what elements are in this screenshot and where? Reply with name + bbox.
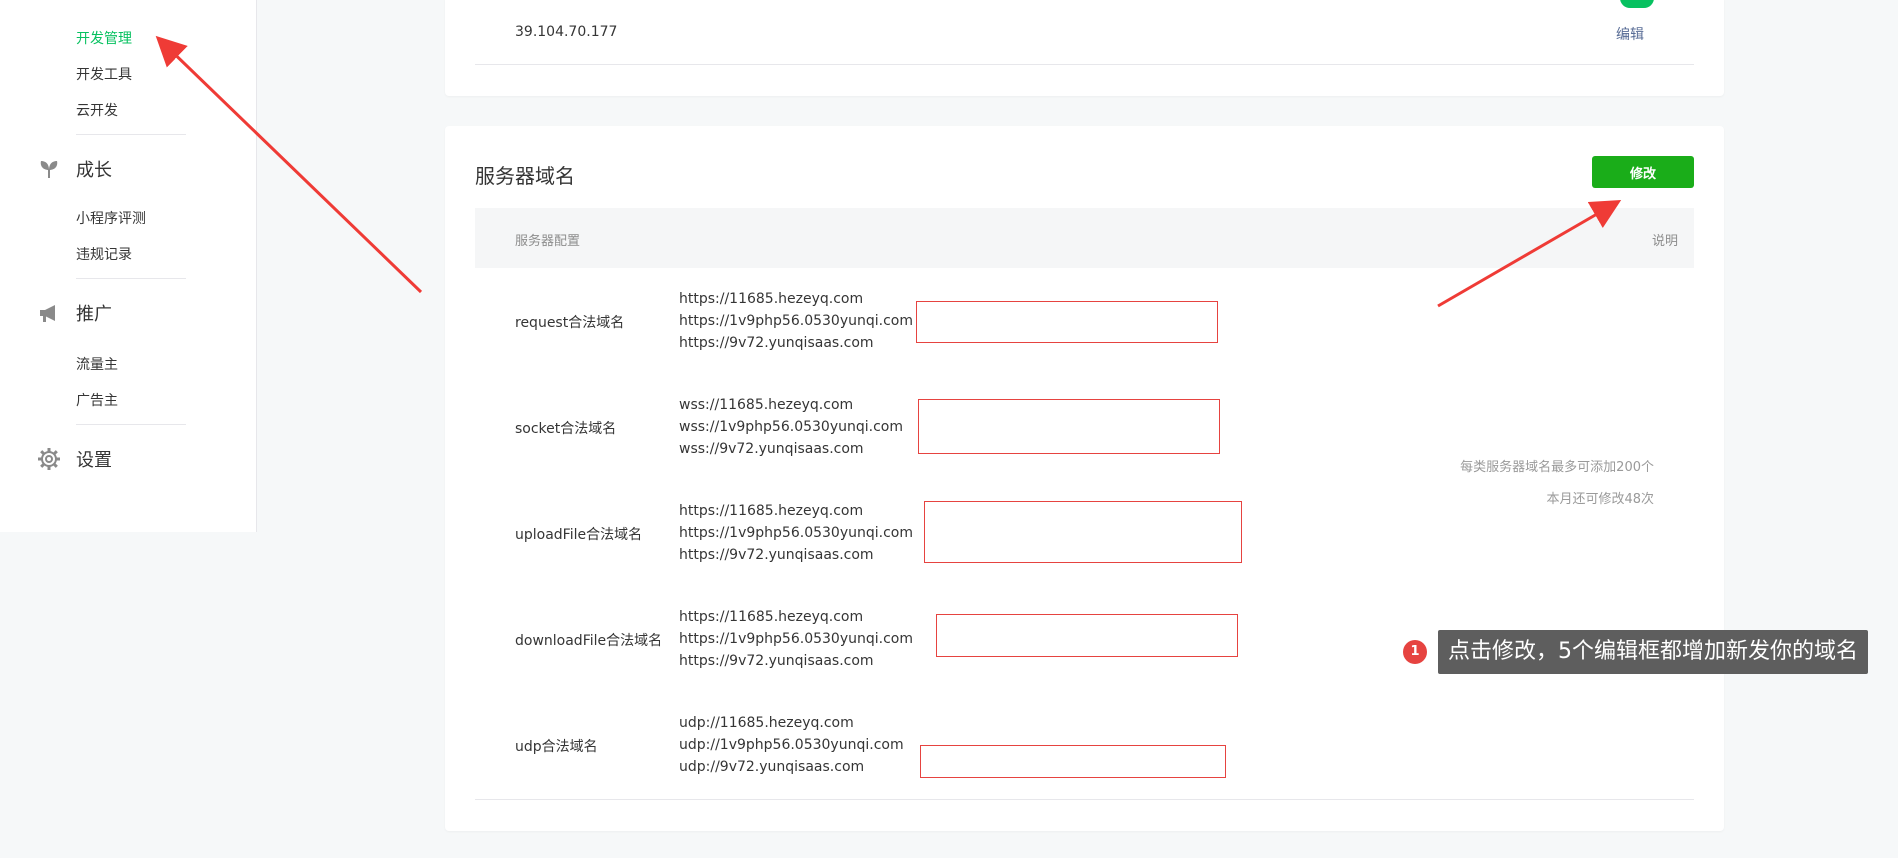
arrow-to-dev-management [155,35,423,294]
annotation-badge: 1 [1403,640,1427,664]
annotation-tooltip: 点击修改，5个编辑框都增加新发你的域名 [1438,630,1868,674]
annotation-arrows [155,35,1622,308]
arrow-to-modify-button [1437,199,1622,308]
